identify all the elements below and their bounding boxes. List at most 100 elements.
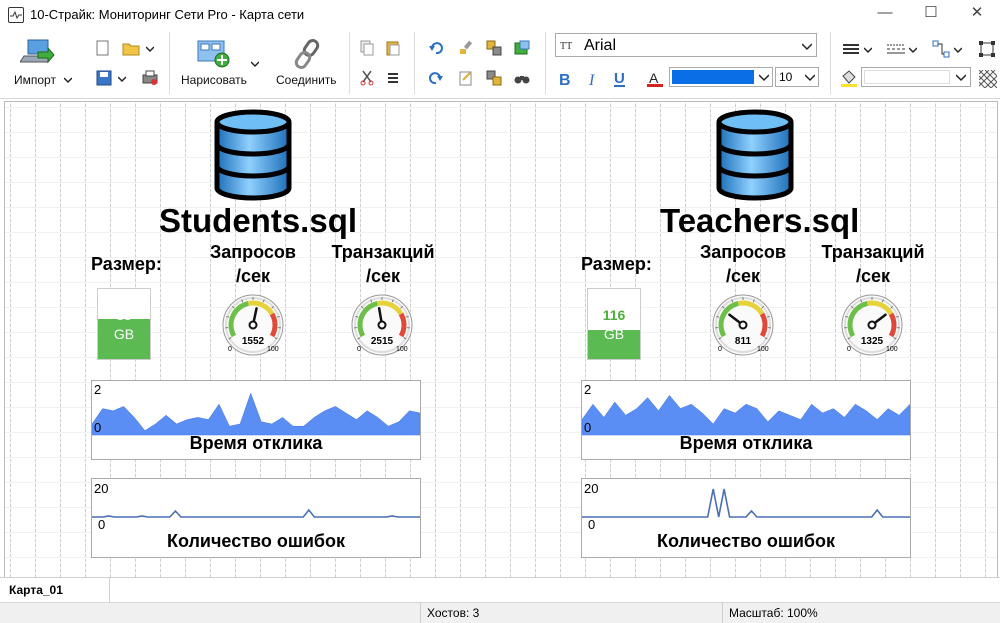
svg-text:I: I <box>588 72 595 88</box>
color-dropdown-chevron-icon[interactable] <box>759 74 769 82</box>
requests-gauge[interactable]: 1552 0 100 <box>220 292 286 358</box>
font-color-select[interactable] <box>669 67 773 87</box>
gauge-max: 100 <box>267 346 279 353</box>
response-time-chart[interactable]: 2 0 Время отклика <box>91 380 421 460</box>
requests-gauge[interactable]: 811 0 100 <box>710 292 776 358</box>
pattern-icon[interactable] <box>979 70 997 88</box>
database-icon[interactable] <box>715 108 795 204</box>
close-button[interactable]: ✕ <box>954 0 1000 28</box>
disk-size-indicator[interactable]: 35 GB <box>97 288 151 360</box>
find-binoculars-icon[interactable] <box>514 70 530 86</box>
import-label[interactable]: Импорт <box>14 73 56 87</box>
connect-chain-icon[interactable] <box>292 38 322 70</box>
gauge-max: 100 <box>886 346 898 353</box>
paste-icon[interactable] <box>386 40 400 56</box>
fill-bucket-icon[interactable] <box>840 70 858 88</box>
fill-color-select[interactable] <box>861 67 971 87</box>
select-frame-icon[interactable] <box>978 40 996 58</box>
toolbar-separator <box>830 32 831 94</box>
disk-size-value: 116 <box>588 307 640 323</box>
y-axis-min: 0 <box>588 517 595 532</box>
copy-icon[interactable] <box>360 40 374 56</box>
y-axis-min: 0 <box>98 517 105 532</box>
export-image-icon[interactable] <box>514 40 530 56</box>
font-type-icon: TT <box>560 39 576 51</box>
requests-label: Запросов/сек <box>203 240 303 288</box>
size-label: Размер: <box>581 252 652 276</box>
cut-icon[interactable] <box>360 70 374 86</box>
new-file-icon[interactable] <box>96 40 110 56</box>
font-size-select[interactable]: 10 <box>775 67 819 87</box>
database-icon[interactable] <box>213 108 293 204</box>
font-family-select[interactable]: TT Arial <box>555 33 817 57</box>
error-count-title: Количество ошибок <box>582 531 910 552</box>
y-axis-max: 20 <box>94 481 108 496</box>
draw-label[interactable]: Нарисовать <box>181 73 247 87</box>
svg-text:U: U <box>614 70 625 87</box>
tab-map-01[interactable]: Карта_01 <box>0 578 110 602</box>
open-folder-icon[interactable] <box>122 40 140 56</box>
toolbar-separator <box>169 32 170 94</box>
print-icon[interactable] <box>142 70 158 86</box>
format-brush-icon[interactable] <box>458 40 474 56</box>
save-dropdown-chevron-icon[interactable] <box>118 75 126 83</box>
y-axis-max: 2 <box>94 382 101 397</box>
import-dropdown-chevron-icon[interactable] <box>64 76 72 84</box>
open-dropdown-chevron-icon[interactable] <box>146 45 154 53</box>
delete-icon[interactable] <box>386 70 400 86</box>
minimize-button[interactable]: — <box>862 0 908 28</box>
italic-icon[interactable]: I <box>585 70 601 88</box>
connector-style-chevron-icon[interactable] <box>954 46 962 54</box>
svg-text:A: A <box>649 70 659 86</box>
align-icon[interactable] <box>486 70 502 86</box>
transactions-label: Транзакций/сек <box>323 240 443 288</box>
fill-dropdown-chevron-icon[interactable] <box>956 74 966 82</box>
toolbar-separator <box>414 32 415 94</box>
gauge-min: 0 <box>228 346 232 353</box>
error-count-chart[interactable]: 20 0 Количество ошибок <box>581 478 911 558</box>
line-width-chevron-icon[interactable] <box>864 46 872 54</box>
font-dropdown-chevron-icon[interactable] <box>802 43 812 51</box>
draw-object-icon[interactable] <box>196 38 232 70</box>
disk-size-indicator[interactable]: 116 GB <box>587 288 641 360</box>
gauge-max: 100 <box>757 346 769 353</box>
line-width-icon[interactable] <box>843 42 859 56</box>
bold-icon[interactable]: B <box>557 70 573 88</box>
group-icon[interactable] <box>486 40 502 56</box>
host-name: Students.sql <box>159 202 357 240</box>
size-dropdown-chevron-icon[interactable] <box>805 74 815 82</box>
underline-icon[interactable]: U <box>612 70 628 88</box>
error-count-chart[interactable]: 20 0 Количество ошибок <box>91 478 421 558</box>
save-icon[interactable] <box>96 70 112 86</box>
transactions-gauge[interactable]: 2515 0 100 <box>349 292 415 358</box>
svg-text:TT: TT <box>560 41 572 51</box>
title-bar: 10-Страйк: Мониторинг Сети Pro - Карта с… <box>0 0 1000 30</box>
redo-icon[interactable] <box>428 70 444 86</box>
properties-icon[interactable] <box>458 70 474 86</box>
host-card-teachers[interactable]: Teachers.sql Размер: Запросов/сек Транза… <box>581 102 941 577</box>
gauge-min: 0 <box>718 346 722 353</box>
response-time-plot <box>582 383 910 437</box>
disk-size-value: 35 <box>98 307 150 323</box>
toolbar-separator <box>545 32 546 94</box>
host-card-students[interactable]: Students.sql Размер: Запросов/сек Транза… <box>91 102 451 577</box>
status-host-count: Хостов: 3 <box>420 603 722 623</box>
gauge-min: 0 <box>847 346 851 353</box>
line-style-icon[interactable] <box>887 42 905 56</box>
maximize-button[interactable]: ☐ <box>908 0 954 28</box>
line-style-chevron-icon[interactable] <box>909 46 917 54</box>
network-map-canvas[interactable]: Students.sql Размер: Запросов/сек Транза… <box>4 101 998 577</box>
undo-icon[interactable] <box>428 40 444 56</box>
font-color-icon[interactable]: A <box>646 70 664 88</box>
response-time-chart[interactable]: 2 0 Время отклика <box>581 380 911 460</box>
import-icon[interactable] <box>20 38 56 68</box>
size-label: Размер: <box>91 252 162 276</box>
response-time-title: Время отклика <box>582 433 910 454</box>
app-monitor-icon <box>8 7 24 23</box>
draw-dropdown-chevron-icon[interactable] <box>251 60 259 68</box>
connector-style-icon[interactable] <box>932 40 950 58</box>
transactions-label: Транзакций/сек <box>813 240 933 288</box>
connect-label[interactable]: Соединить <box>276 73 337 87</box>
font-color-swatch <box>672 70 754 84</box>
transactions-gauge[interactable]: 1325 0 100 <box>839 292 905 358</box>
